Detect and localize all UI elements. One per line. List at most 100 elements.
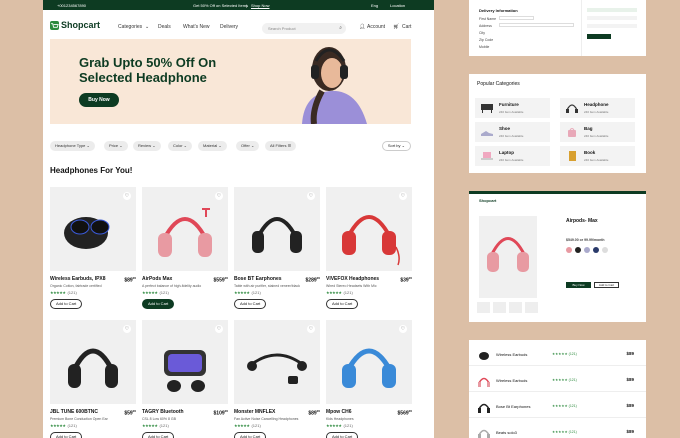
payment-option[interactable] xyxy=(587,24,637,28)
heart-icon[interactable]: ♡ xyxy=(399,325,407,333)
heart-icon[interactable]: ♡ xyxy=(123,192,131,200)
language-select[interactable]: Eng xyxy=(371,3,378,8)
product-name[interactable]: Monster MNFLEX xyxy=(234,409,275,415)
add-to-cart-button[interactable]: Add to Cart xyxy=(326,299,359,309)
product-card[interactable]: ♡ JBL TUNE 600BTNC $5900 Premium Bone Condu… xyxy=(50,320,136,438)
list-item[interactable]: Bose Bt Earphones ★★★★★ (121) $89 xyxy=(469,396,646,418)
list-item-name: Wireless Earbuds xyxy=(496,378,528,383)
account-link[interactable]: Account xyxy=(367,24,385,30)
color-options[interactable] xyxy=(566,247,608,253)
buy-now-button[interactable]: Buy Now xyxy=(79,93,119,107)
list-item[interactable]: Wireless Earbuds ★★★★★ (121) $89 xyxy=(469,370,646,392)
nav-delivery[interactable]: Delivery xyxy=(220,24,238,30)
delivery-field[interactable] xyxy=(499,23,574,27)
product-card[interactable]: ♡ Monster MNFLEX $8900 Fan Active Noise Can… xyxy=(234,320,320,438)
search-icon[interactable]: ⌕ xyxy=(339,25,342,31)
category-furniture[interactable]: Furniture 240 Item Available xyxy=(475,98,550,118)
shop-now-link[interactable]: Shop Now xyxy=(251,3,269,8)
list-item-rating: ★★★★★ (121) xyxy=(552,404,577,408)
filter-review[interactable]: Review ⌄ xyxy=(133,141,161,151)
add-to-cart-button[interactable]: Add to Cart xyxy=(326,432,359,438)
heart-icon[interactable]: ♡ xyxy=(123,325,131,333)
thumbnail-row[interactable] xyxy=(477,302,539,314)
account-icon[interactable]: 👤︎ xyxy=(359,24,365,30)
section-title: Headphones For You! xyxy=(50,166,133,175)
search-input[interactable]: Search Product ⌕ xyxy=(262,23,346,34)
category-shoe[interactable]: Shoe 240 Item Available xyxy=(475,122,550,142)
product-card[interactable]: ♡ AirPods Max $55900 A perfect balance of h… xyxy=(142,187,228,309)
sort-dropdown[interactable]: Sort by ⌄ xyxy=(381,141,411,151)
product-name[interactable]: TAGRY Bluetooth xyxy=(142,409,184,415)
category-laptop[interactable]: Laptop 240 Item Available xyxy=(475,146,550,166)
add-to-cart-button[interactable]: Add to Cart xyxy=(50,299,83,309)
product-image[interactable]: ♡ xyxy=(234,187,320,271)
product-image[interactable]: ♡ xyxy=(326,187,412,271)
product-card[interactable]: ♡ Mpow CH6 $56900 Kids Headphones ★★★★★ (121)… xyxy=(326,320,412,438)
heart-icon[interactable]: ♡ xyxy=(215,325,223,333)
location-select[interactable]: Location xyxy=(390,3,405,8)
filter-color[interactable]: Color ⌄ xyxy=(168,141,193,151)
cart-link[interactable]: Cart xyxy=(402,24,411,30)
product-card[interactable]: ♡ Bose BT Earphones $28900 Table with air p… xyxy=(234,187,320,309)
product-image[interactable]: ♡ xyxy=(326,320,412,404)
product-name[interactable]: JBL TUNE 600BTNC xyxy=(50,409,98,415)
product-image[interactable]: ♡ xyxy=(142,187,228,271)
product-price: $549.00 or 99.99/month xyxy=(566,238,605,242)
add-to-cart-button[interactable]: Add to Cart xyxy=(142,432,175,438)
heart-icon[interactable]: ♡ xyxy=(399,192,407,200)
heart-icon[interactable]: ♡ xyxy=(215,192,223,200)
product-card[interactable]: ♡ Wireless Earbuds, IPX8 $8900 Organic Cott… xyxy=(50,187,136,309)
product-name[interactable]: VIVEFOX Headphones xyxy=(326,276,379,282)
category-headphone[interactable]: Headphone 240 Item Available xyxy=(560,98,635,118)
detail-add-to-cart-button[interactable]: Add to Cart xyxy=(594,282,619,288)
product-description: Wired Stereo Headsets With Mic xyxy=(326,284,377,288)
add-to-cart-button[interactable]: Add to Cart xyxy=(234,432,267,438)
laptop-icon xyxy=(481,152,493,160)
category-bag[interactable]: Bag 240 Item Available xyxy=(560,122,635,142)
detail-buy-now-button[interactable]: Buy Now xyxy=(566,282,591,288)
list-item-rating: ★★★★★ (121) xyxy=(552,352,577,356)
filter-price[interactable]: Price ⌄ xyxy=(104,141,128,151)
filter-bar: Headphone Type ⌄ Price ⌄ Review ⌄ Color … xyxy=(50,141,411,151)
shoe-icon xyxy=(481,131,493,136)
nav-categories[interactable]: Categories xyxy=(118,24,142,30)
delivery-field[interactable] xyxy=(499,16,534,20)
divider xyxy=(581,0,582,56)
product-card[interactable]: ♡ TAGRY Bluetooth $10900 CSL 8 Low 60% 8 GB… xyxy=(142,320,228,438)
product-image[interactable]: ♡ xyxy=(142,320,228,404)
filter-headphone-type[interactable]: Headphone Type ⌄ xyxy=(50,141,95,151)
product-image[interactable]: ♡ xyxy=(50,187,136,271)
logo[interactable]: Shopcart xyxy=(50,20,100,30)
product-description: Premium Bone Conduction Open Ear xyxy=(50,417,108,421)
cart-icon[interactable]: 🛒︎ xyxy=(393,24,399,30)
add-to-cart-button[interactable]: Add to Cart xyxy=(50,432,83,438)
filter-offer[interactable]: Offer ⌄ xyxy=(236,141,260,151)
pay-button[interactable] xyxy=(587,34,611,39)
product-image xyxy=(479,216,537,298)
heart-icon[interactable]: ♡ xyxy=(307,192,315,200)
product-card[interactable]: ♡ VIVEFOX Headphones $3900 Wired Stereo Hea… xyxy=(326,187,412,309)
product-name[interactable]: AirPods Max xyxy=(142,276,172,282)
product-name[interactable]: Mpow CH6 xyxy=(326,409,352,415)
product-name[interactable]: Bose BT Earphones xyxy=(234,276,282,282)
product-image[interactable]: ♡ xyxy=(50,320,136,404)
product-thumbnail xyxy=(479,352,489,360)
filter-material[interactable]: Material ⌄ xyxy=(198,141,227,151)
product-image[interactable]: ♡ xyxy=(234,320,320,404)
nav-whats-new[interactable]: What's New xyxy=(183,24,210,30)
nav-deals[interactable]: Deals xyxy=(158,24,171,30)
add-to-cart-button[interactable]: Add to Cart xyxy=(234,299,267,309)
payment-option[interactable] xyxy=(587,16,637,20)
payment-option[interactable] xyxy=(587,8,637,12)
heart-icon[interactable]: ♡ xyxy=(307,325,315,333)
product-price: $8900 xyxy=(308,409,320,417)
category-book[interactable]: Book 240 Item Available xyxy=(560,146,635,166)
product-price: $28900 xyxy=(305,276,320,284)
filter-all[interactable]: All Filters ☰ xyxy=(265,141,297,151)
list-item[interactable]: Beats solo3 ★★★★★ (121) $89 xyxy=(469,422,646,438)
product-name[interactable]: Wireless Earbuds, IPX8 xyxy=(50,276,106,282)
delivery-label: Zip Code xyxy=(479,38,494,42)
list-item-price: $89 xyxy=(626,429,634,434)
list-item[interactable]: Wireless Earbuds ★★★★★ (121) $89 xyxy=(469,344,646,366)
add-to-cart-button[interactable]: Add to Cart xyxy=(142,299,175,309)
